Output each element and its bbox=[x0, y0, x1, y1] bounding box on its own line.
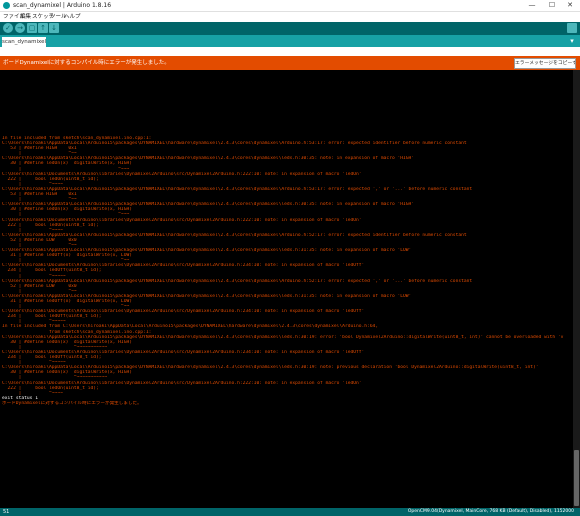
close-button[interactable]: ✕ bbox=[562, 0, 578, 11]
verify-button[interactable]: ✓ bbox=[3, 23, 13, 33]
scrollbar-thumb[interactable] bbox=[574, 450, 579, 506]
minimize-button[interactable]: — bbox=[524, 0, 540, 11]
copy-error-button[interactable]: エラーメッセージをコピーする bbox=[514, 58, 576, 69]
new-sketch-button[interactable]: ▢ bbox=[27, 23, 37, 33]
tab-bar: scan_dynamixel ▾ bbox=[0, 35, 580, 47]
save-sketch-button[interactable]: ↓ bbox=[49, 23, 59, 33]
error-message: ボードDynamixelに対するコンパイル時にエラーが発生しました。 bbox=[3, 60, 170, 66]
tab-scan-dynamixel[interactable]: scan_dynamixel bbox=[2, 37, 46, 47]
title-bar: scan_dynamixel | Arduino 1.8.16 — ☐ ✕ bbox=[0, 0, 580, 12]
error-bar: ボードDynamixelに対するコンパイル時にエラーが発生しました。 エラーメッ… bbox=[0, 56, 580, 70]
tab-menu-icon[interactable]: ▾ bbox=[568, 37, 576, 45]
arduino-logo-icon bbox=[3, 2, 10, 9]
console-line: C:\Users\hiroaki\AppData\Local\Arduino15… bbox=[2, 334, 564, 340]
menu-bar: ファイル 編集 スケッチ ツール ヘルプ bbox=[0, 12, 580, 22]
console-scrollbar[interactable] bbox=[573, 70, 580, 508]
line-number: 51 bbox=[3, 509, 10, 515]
window-title: scan_dynamixel | Arduino 1.8.16 bbox=[13, 2, 112, 9]
menu-help[interactable]: ヘルプ bbox=[64, 12, 81, 22]
maximize-button[interactable]: ☐ bbox=[544, 0, 560, 11]
menu-edit[interactable]: 編集 bbox=[20, 12, 31, 22]
toolbar: ✓ → ▢ ↑ ↓ bbox=[0, 22, 580, 35]
console-lines: In file included from sketch\scan_dynami… bbox=[2, 136, 572, 406]
status-bar: 51 OpenCM9.04(Dynamixel, MainCore, 768 K… bbox=[0, 508, 580, 516]
code-editor[interactable] bbox=[0, 47, 580, 56]
board-info: OpenCM9.04(Dynamixel, MainCore, 768 KB (… bbox=[407, 509, 574, 514]
console-output: In file included from sketch\scan_dynami… bbox=[0, 70, 573, 508]
serial-monitor-button[interactable] bbox=[567, 23, 577, 33]
console-line: ボードDynamixelに対するコンパイル時にエラーが発生しました。 bbox=[2, 400, 142, 406]
open-sketch-button[interactable]: ↑ bbox=[38, 23, 48, 33]
upload-button[interactable]: → bbox=[15, 23, 25, 33]
